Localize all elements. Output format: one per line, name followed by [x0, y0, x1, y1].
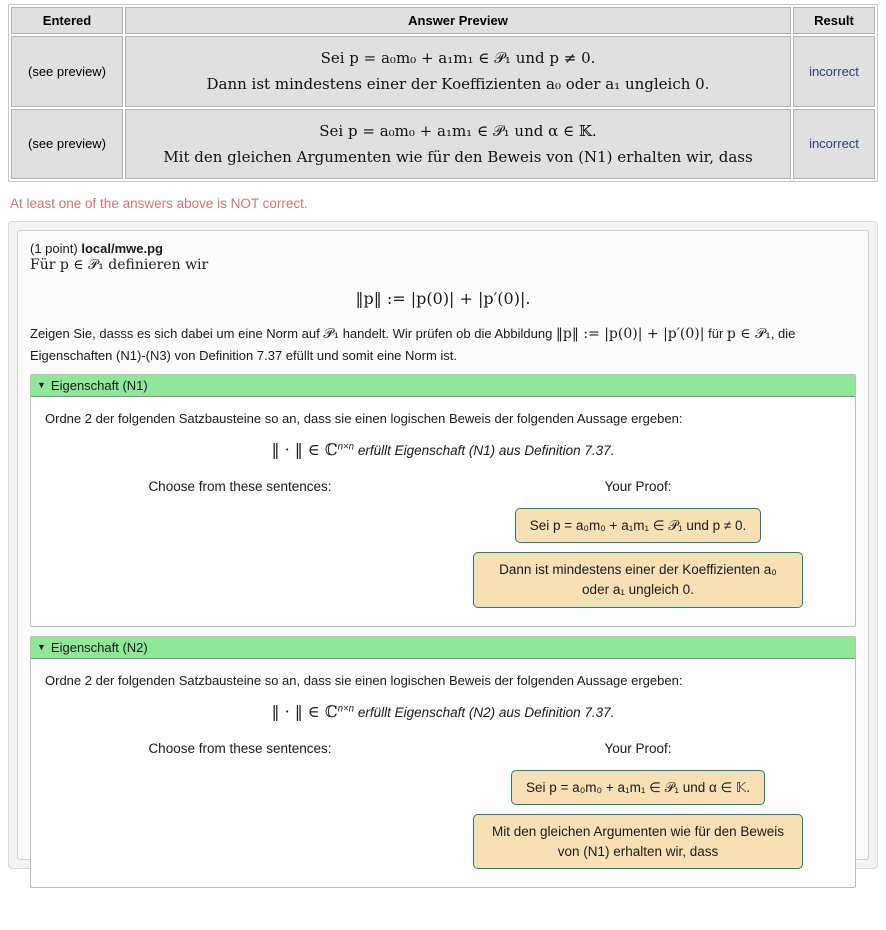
entered-value: (see preview) [11, 108, 123, 179]
problem-file-rest: /mwe.pg [110, 241, 163, 256]
answer-preview: Sei p = a₀m₀ + a₁m₁ ∈ 𝒫₁ und p ≠ 0. Dann… [125, 36, 791, 107]
section-instruction: Ordne 2 der folgenden Satzbausteine so a… [45, 672, 683, 688]
section-eigenschaft-n2: ▼ Eigenschaft (N2) Ordne 2 der folgenden… [30, 635, 856, 889]
choices-bucket[interactable] [45, 770, 435, 810]
proof-column: Your Proof: Sei p = a₀m₀ + a₁m₁ ∈ 𝒫₁ und… [435, 741, 841, 870]
problem-container: (1 point) local/mwe.pg Für p ∈ 𝒫₁ defini… [8, 221, 878, 889]
claim-rest: erfüllt Eigenschaft (N1) aus Definition … [354, 442, 615, 458]
dragdrop-columns: Choose from these sentences: Your Proof:… [45, 741, 841, 870]
task-text-1: Zeigen Sie, dasss es sich dabei um eine … [30, 326, 324, 341]
proof-bucket[interactable]: Sei p = a₀m₀ + a₁m₁ ∈ 𝒫₁ und α ∈ 𝕂. Mit … [435, 769, 841, 870]
problem-file-bold: local [81, 241, 111, 256]
preview-line: Sei p = a₀m₀ + a₁m₁ ∈ 𝒫₁ und p ≠ 0. [320, 49, 596, 67]
choices-bucket[interactable] [45, 508, 435, 548]
task-text-3: für [704, 326, 727, 341]
task-math-3: p ∈ 𝒫₁ [726, 326, 771, 342]
section-body-n1: Ordne 2 der folgenden Satzbausteine so a… [31, 397, 855, 626]
preview-line: Dann ist mindestens einer der Koeffizien… [206, 75, 710, 94]
section-claim: ‖ · ‖ ∈ ℂn×n erfüllt Eigenschaft (N2) au… [45, 702, 841, 721]
preview-line: Mit den gleichen Argumenten wie für den … [163, 147, 753, 166]
preview-line: Sei p = a₀m₀ + a₁m₁ ∈ 𝒫₁ und α ∈ 𝕂. [319, 121, 597, 140]
chevron-down-icon[interactable]: ▼ [37, 380, 46, 390]
status-badge: incorrect [793, 36, 875, 107]
proof-tile[interactable]: Dann ist mindestens einer der Koeffizien… [473, 552, 803, 608]
proof-column: Your Proof: Sei p = a₀m₀ + a₁m₁ ∈ 𝒫₁ und… [435, 479, 841, 608]
choices-column: Choose from these sentences: [45, 479, 435, 548]
choices-column: Choose from these sentences: [45, 741, 435, 810]
intro-line: Für p ∈ 𝒫₁ definieren wir [30, 257, 209, 273]
section-header-n1[interactable]: ▼ Eigenschaft (N1) [31, 374, 855, 397]
claim-rest: erfüllt Eigenschaft (N2) aus Definition … [354, 704, 615, 720]
error-message: At least one of the answers above is NOT… [10, 196, 308, 211]
proof-tile[interactable]: Sei p = a₀m₀ + a₁m₁ ∈ 𝒫₁ und α ∈ 𝕂. [511, 769, 765, 806]
section-title: Eigenschaft (N1) [50, 377, 148, 393]
task-math-2: ‖p‖ := |p(0)| + |p′(0)| [555, 326, 705, 342]
claim-exponent: n×n [337, 441, 355, 453]
proof-tile[interactable]: Mit den gleichen Argumenten wie für den … [473, 814, 803, 870]
column-header-entered: Entered [11, 7, 123, 34]
answer-results-table: Entered Answer Preview Result (see previ… [8, 4, 878, 182]
section-instruction: Ordne 2 der folgenden Satzbausteine so a… [45, 410, 683, 426]
choices-label: Choose from these sentences: [148, 478, 332, 494]
section-claim: ‖ · ‖ ∈ ℂn×n erfüllt Eigenschaft (N1) au… [45, 440, 841, 459]
table-row: (see preview) Sei p = a₀m₀ + a₁m₁ ∈ 𝒫₁ u… [11, 36, 875, 107]
answer-results-section: Entered Answer Preview Result (see previ… [0, 0, 886, 182]
problem-header: (1 point) local/mwe.pg [30, 241, 856, 256]
section-body-n2: Ordne 2 der folgenden Satzbausteine so a… [31, 659, 855, 888]
entered-value: (see preview) [11, 36, 123, 107]
column-header-result: Result [793, 7, 875, 34]
proof-bucket[interactable]: Sei p = a₀m₀ + a₁m₁ ∈ 𝒫₁ und p ≠ 0. Dann… [435, 507, 841, 608]
claim-exponent: n×n [337, 703, 355, 715]
section-eigenschaft-n1: ▼ Eigenschaft (N1) Ordne 2 der folgenden… [30, 373, 856, 627]
display-equation: ‖p‖ := |p(0)| + |p′(0)|. [355, 289, 531, 308]
task-text-2: handelt. Wir prüfen ob die Abbildung [339, 326, 556, 341]
proof-tile[interactable]: Sei p = a₀m₀ + a₁m₁ ∈ 𝒫₁ und p ≠ 0. [514, 507, 762, 544]
dragdrop-columns: Choose from these sentences: Your Proof:… [45, 479, 841, 608]
status-badge: incorrect [793, 108, 875, 179]
choices-label: Choose from these sentences: [148, 740, 332, 756]
table-header-row: Entered Answer Preview Result [11, 7, 875, 34]
task-description: Zeigen Sie, dasss es sich dabei um eine … [30, 324, 856, 366]
chevron-down-icon[interactable]: ▼ [37, 642, 46, 652]
claim-norm: ‖ · ‖ ∈ ℂ [271, 701, 338, 721]
proof-label: Your Proof: [604, 740, 672, 756]
column-header-answer-preview: Answer Preview [125, 7, 791, 34]
section-title: Eigenschaft (N2) [50, 639, 148, 655]
section-header-n2[interactable]: ▼ Eigenschaft (N2) [31, 636, 855, 659]
proof-label: Your Proof: [604, 478, 672, 494]
points-label: (1 point) [30, 241, 78, 256]
table-row: (see preview) Sei p = a₀m₀ + a₁m₁ ∈ 𝒫₁ u… [11, 108, 875, 179]
answer-preview: Sei p = a₀m₀ + a₁m₁ ∈ 𝒫₁ und α ∈ 𝕂. Mit … [125, 108, 791, 179]
problem-panel: (1 point) local/mwe.pg Für p ∈ 𝒫₁ defini… [17, 230, 869, 889]
claim-norm: ‖ · ‖ ∈ ℂ [271, 439, 338, 459]
task-math-1: 𝒫₁ [323, 326, 340, 342]
